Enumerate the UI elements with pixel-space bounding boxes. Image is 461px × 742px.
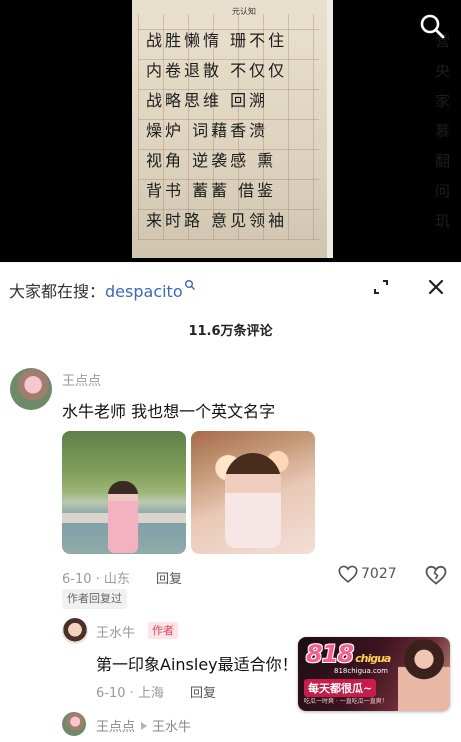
paper-side-column: 营 央 家 慕 翻 问 玑 <box>435 26 457 236</box>
comment-count: 11.6万条评论 <box>188 324 273 339</box>
paper-side-char: 玑 <box>435 212 451 230</box>
search-suggestion-prefix: 大家都在搜： <box>9 282 106 301</box>
comment-text: 水牛老师 我也想一个英文名字 <box>62 402 276 421</box>
avatar[interactable] <box>10 368 52 410</box>
avatar[interactable] <box>62 618 88 644</box>
watermark-logo: 818 chigua <box>306 640 391 668</box>
divider <box>0 262 461 263</box>
close-icon <box>428 279 444 295</box>
expand-icon <box>374 280 388 294</box>
comment-username[interactable]: 王点点 <box>62 370 101 389</box>
like-count: 7027 <box>361 566 397 582</box>
watermark-ad: 818 chigua 818chigua.com 每天都很瓜~ 吃瓜一时爽 · 一… <box>298 637 450 711</box>
watermark-slogan: 每天都很瓜~ <box>304 679 377 697</box>
paper-line: 战胜懒惰 珊不住 <box>146 31 288 50</box>
paper-lines: 战胜懒惰 珊不住 内卷退散 不仅仅 战略思维 回溯 燥炉 词藉香溃 视角 逆袭感… <box>146 26 287 236</box>
paper-line: 燥炉 词藉香溃 <box>146 121 269 140</box>
avatar[interactable] <box>62 712 86 736</box>
watermark-small-text: 吃瓜一时爽 · 一直吃瓜一直爽！ <box>304 698 388 705</box>
like-button[interactable]: 7027 <box>337 563 397 587</box>
comment-meta: 6-10 · 山东 <box>62 572 130 587</box>
paper-line: 战略思维 回溯 <box>146 91 269 110</box>
watermark-logo-number: 818 <box>306 640 354 668</box>
comment-photo[interactable] <box>62 431 186 554</box>
reply-username[interactable]: 王水牛 <box>96 622 135 641</box>
paper-line: 来时路 意见领袖 <box>146 211 288 230</box>
search-small-icon <box>184 280 195 290</box>
search-suggestion-keyword[interactable]: despacito <box>105 282 183 301</box>
search-button[interactable] <box>418 12 446 40</box>
watermark-domain: 818chigua.com <box>334 667 388 675</box>
video-player[interactable]: 元认知 战胜懒惰 珊不住 内卷退散 不仅仅 战略思维 回溯 燥炉 词藉香溃 视角… <box>0 0 461 262</box>
reply-text: 第一印象Ainsley最适合你！ <box>96 655 298 674</box>
thread-from: 王点点 <box>96 720 136 735</box>
broken-heart-icon <box>425 565 447 585</box>
search-icon <box>420 14 445 39</box>
paper-side-char: 慕 <box>435 122 451 140</box>
thread-reply-row[interactable]: 王点点 王水牛 <box>96 716 191 735</box>
paper-side-char: 问 <box>435 182 451 200</box>
dislike-button[interactable] <box>424 563 448 587</box>
paper-header: 元认知 <box>232 7 256 16</box>
paper-side-char: 家 <box>435 92 451 110</box>
paper-side-char: 央 <box>435 62 451 80</box>
reply-button[interactable]: 回复 <box>190 682 216 701</box>
search-suggestion[interactable]: 大家都在搜：despacito <box>9 278 196 302</box>
handwritten-paper-image: 元认知 战胜懒惰 珊不住 内卷退散 不仅仅 战略思维 回溯 燥炉 词藉香溃 视角… <box>132 0 450 258</box>
heart-icon <box>338 565 358 583</box>
author-tag: 作者 <box>148 622 178 639</box>
author-replied-badge: 作者回复过 <box>62 589 127 609</box>
photo-person <box>225 453 281 548</box>
paper-side-char: 翻 <box>435 152 451 170</box>
reply-meta: 6-10 · 上海 <box>96 686 164 701</box>
comment-photo[interactable] <box>191 431 315 554</box>
reply-button[interactable]: 回复 <box>156 568 182 587</box>
paper-line: 背书 蓄蓄 借鉴 <box>146 181 277 200</box>
close-button[interactable] <box>423 274 449 300</box>
photo-person <box>108 481 138 553</box>
expand-button[interactable] <box>368 274 394 300</box>
arrow-right-icon <box>141 722 148 730</box>
paper-line: 内卷退散 不仅仅 <box>146 61 288 80</box>
paper-line: 视角 逆袭感 熏 <box>146 151 277 170</box>
thread-to: 王水牛 <box>152 720 192 735</box>
watermark-photo <box>398 637 450 711</box>
watermark-logo-sub: chigua <box>355 652 391 665</box>
